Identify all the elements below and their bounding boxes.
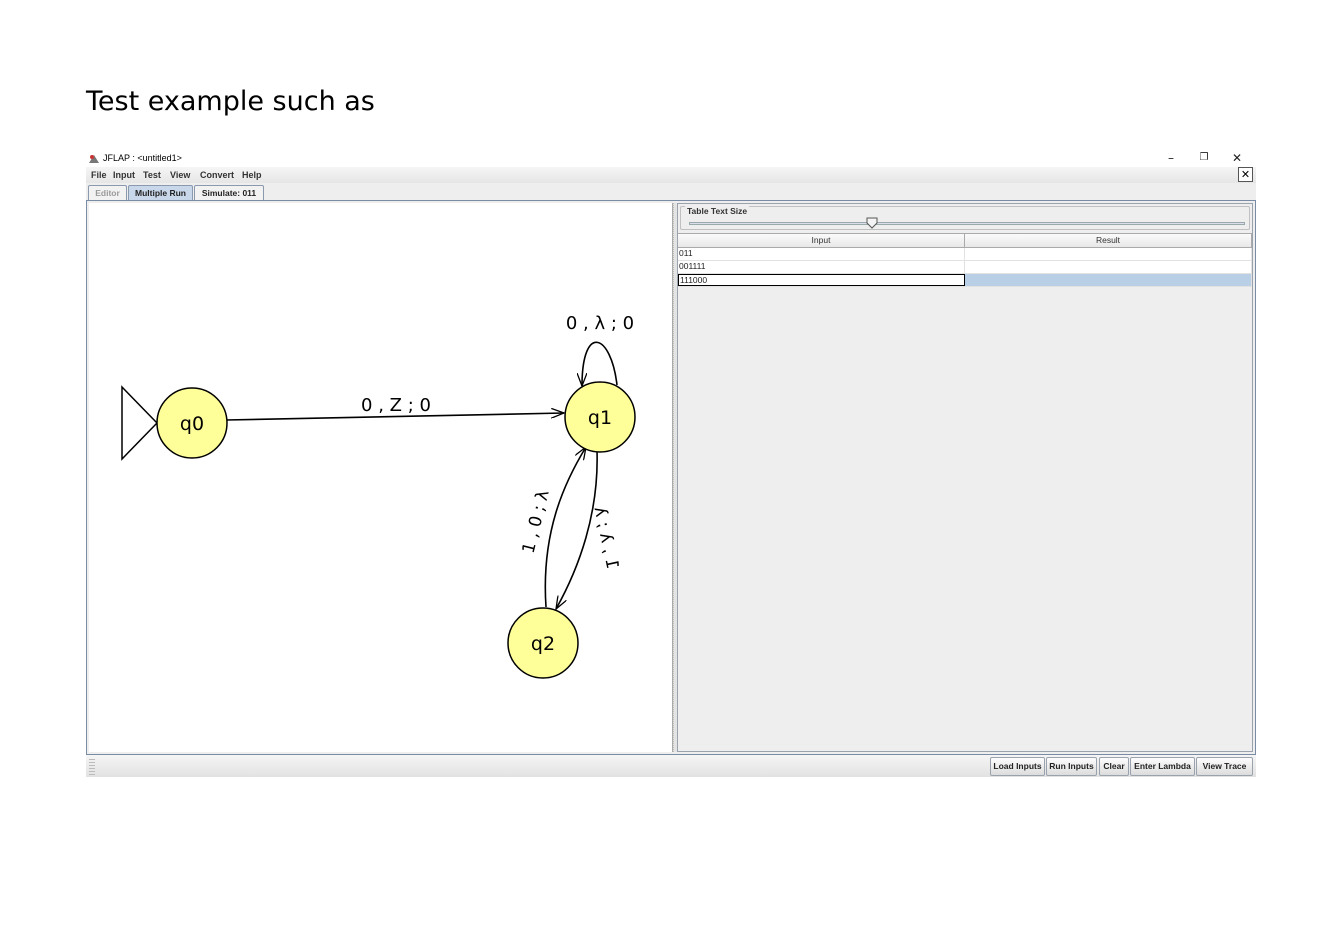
- input-cell-editing[interactable]: 111000: [678, 274, 965, 286]
- button-bar: Load Inputs Run Inputs Clear Enter Lambd…: [86, 755, 1256, 777]
- transition-label-q1-q2: 1 , λ ; λ: [589, 505, 622, 571]
- transition-label-q0-q1: 0 , Z ; 0: [361, 395, 431, 416]
- transition-q1-q2[interactable]: [556, 450, 598, 609]
- state-q1-label: q1: [588, 407, 612, 429]
- title-bar: JFLAP : <untitled1> – ❐ ✕: [86, 150, 1256, 167]
- result-cell[interactable]: [965, 274, 1252, 286]
- menu-convert[interactable]: Convert: [200, 170, 234, 180]
- result-cell[interactable]: [965, 248, 1252, 260]
- automaton-diagram: q0 q1 q2 0 , Z ; 0 0 , λ ; 0 1 , 0 ; λ 1…: [121, 313, 636, 679]
- result-cell[interactable]: [965, 261, 1252, 273]
- close-window-button[interactable]: ✕: [1220, 150, 1254, 167]
- automaton-canvas[interactable]: q0 q1 q2 0 , Z ; 0 0 , λ ; 0 1 , 0 ; λ 1…: [89, 203, 673, 752]
- resize-grip-icon[interactable]: [89, 757, 95, 775]
- table-text-size-group: Table Text Size: [680, 206, 1250, 230]
- menu-test[interactable]: Test: [143, 170, 161, 180]
- menu-file[interactable]: File: [91, 170, 107, 180]
- table-row[interactable]: 001111: [678, 261, 1252, 274]
- enter-lambda-button[interactable]: Enter Lambda: [1130, 757, 1195, 776]
- table-header: Input Result: [678, 233, 1252, 248]
- input-cell[interactable]: 001111: [678, 261, 965, 273]
- content-frame: q0 q1 q2 0 , Z ; 0 0 , λ ; 0 1 , 0 ; λ 1…: [86, 200, 1256, 755]
- column-header-input[interactable]: Input: [678, 234, 965, 247]
- menu-bar: File Input Test View Convert Help: [86, 167, 1256, 183]
- inputs-table: Input Result 011 001111 111000: [678, 233, 1252, 287]
- state-q0[interactable]: q0: [156, 387, 228, 459]
- table-row-selected[interactable]: 111000: [678, 274, 1252, 287]
- window-title: JFLAP : <untitled1>: [103, 153, 182, 163]
- menu-view[interactable]: View: [170, 170, 190, 180]
- slide-heading: Test example such as: [86, 86, 375, 117]
- restore-button[interactable]: ❐: [1187, 150, 1221, 167]
- state-q0-label: q0: [180, 413, 204, 435]
- tab-simulate[interactable]: Simulate: 011: [194, 185, 264, 200]
- tab-strip: Editor Multiple Run Simulate: 011: [86, 183, 1256, 200]
- input-cell[interactable]: 011: [678, 248, 965, 260]
- state-q2[interactable]: q2: [507, 607, 579, 679]
- clear-button[interactable]: Clear: [1099, 757, 1129, 776]
- table-text-size-label: Table Text Size: [685, 206, 750, 216]
- multiple-run-panel: Table Text Size Input Result 011 001111: [677, 203, 1253, 752]
- transition-label-q1-loop: 0 , λ ; 0: [566, 313, 634, 334]
- column-header-result[interactable]: Result: [965, 234, 1252, 247]
- jflap-window: JFLAP : <untitled1> – ❐ ✕ File Input Tes…: [86, 150, 1256, 777]
- table-text-size-track[interactable]: [689, 222, 1245, 225]
- menu-input[interactable]: Input: [113, 170, 135, 180]
- run-inputs-button[interactable]: Run Inputs: [1046, 757, 1097, 776]
- initial-state-marker: [121, 385, 159, 461]
- tab-multiple-run[interactable]: Multiple Run: [128, 185, 193, 200]
- minimize-button[interactable]: –: [1154, 150, 1188, 167]
- transition-q1-loop[interactable]: [582, 341, 618, 386]
- menu-help[interactable]: Help: [242, 170, 262, 180]
- view-trace-button[interactable]: View Trace: [1196, 757, 1253, 776]
- transition-q2-q1[interactable]: [544, 447, 586, 608]
- jflap-app-icon: [88, 153, 100, 164]
- close-document-button[interactable]: ✕: [1238, 167, 1253, 182]
- tab-editor[interactable]: Editor: [88, 185, 127, 200]
- state-q1[interactable]: q1: [564, 381, 636, 453]
- table-row[interactable]: 011: [678, 248, 1252, 261]
- state-q2-label: q2: [531, 633, 555, 655]
- slider-thumb-icon[interactable]: [866, 217, 878, 229]
- load-inputs-button[interactable]: Load Inputs: [990, 757, 1045, 776]
